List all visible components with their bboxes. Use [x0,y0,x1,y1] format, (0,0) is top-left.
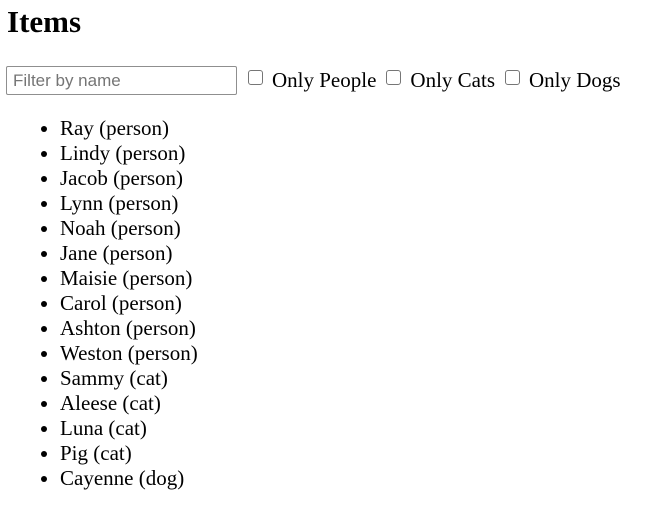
only-dogs-filter[interactable]: Only Dogs [505,66,621,95]
list-item: Jacob (person) [60,166,198,191]
list-item: Pig (cat) [60,441,198,466]
list-item: Jane (person) [60,241,198,266]
list-item: Weston (person) [60,341,198,366]
list-item: Cayenne (dog) [60,466,198,491]
list-item: Aleese (cat) [60,391,198,416]
only-people-checkbox[interactable] [248,70,263,85]
only-cats-checkbox[interactable] [386,70,402,85]
filter-by-name-input[interactable] [6,66,237,95]
list-item: Maisie (person) [60,266,198,291]
only-cats-label: Only Cats [410,68,495,92]
filter-bar: Only People Only Cats Only Dogs [6,66,621,95]
item-list: Ray (person) Lindy (person) Jacob (perso… [0,116,198,491]
list-item: Ray (person) [60,116,198,141]
list-item: Noah (person) [60,216,198,241]
list-item: Sammy (cat) [60,366,198,391]
only-people-label: Only People [272,68,377,92]
list-item: Lynn (person) [60,191,198,216]
only-people-filter[interactable]: Only People [248,66,376,95]
list-item: Luna (cat) [60,416,198,441]
list-item: Lindy (person) [60,141,198,166]
page-title: Items [7,4,82,39]
list-item: Carol (person) [60,291,198,316]
only-cats-filter[interactable]: Only Cats [386,66,495,95]
only-dogs-checkbox[interactable] [505,70,520,85]
only-dogs-label: Only Dogs [529,68,621,92]
list-item: Ashton (person) [60,316,198,341]
